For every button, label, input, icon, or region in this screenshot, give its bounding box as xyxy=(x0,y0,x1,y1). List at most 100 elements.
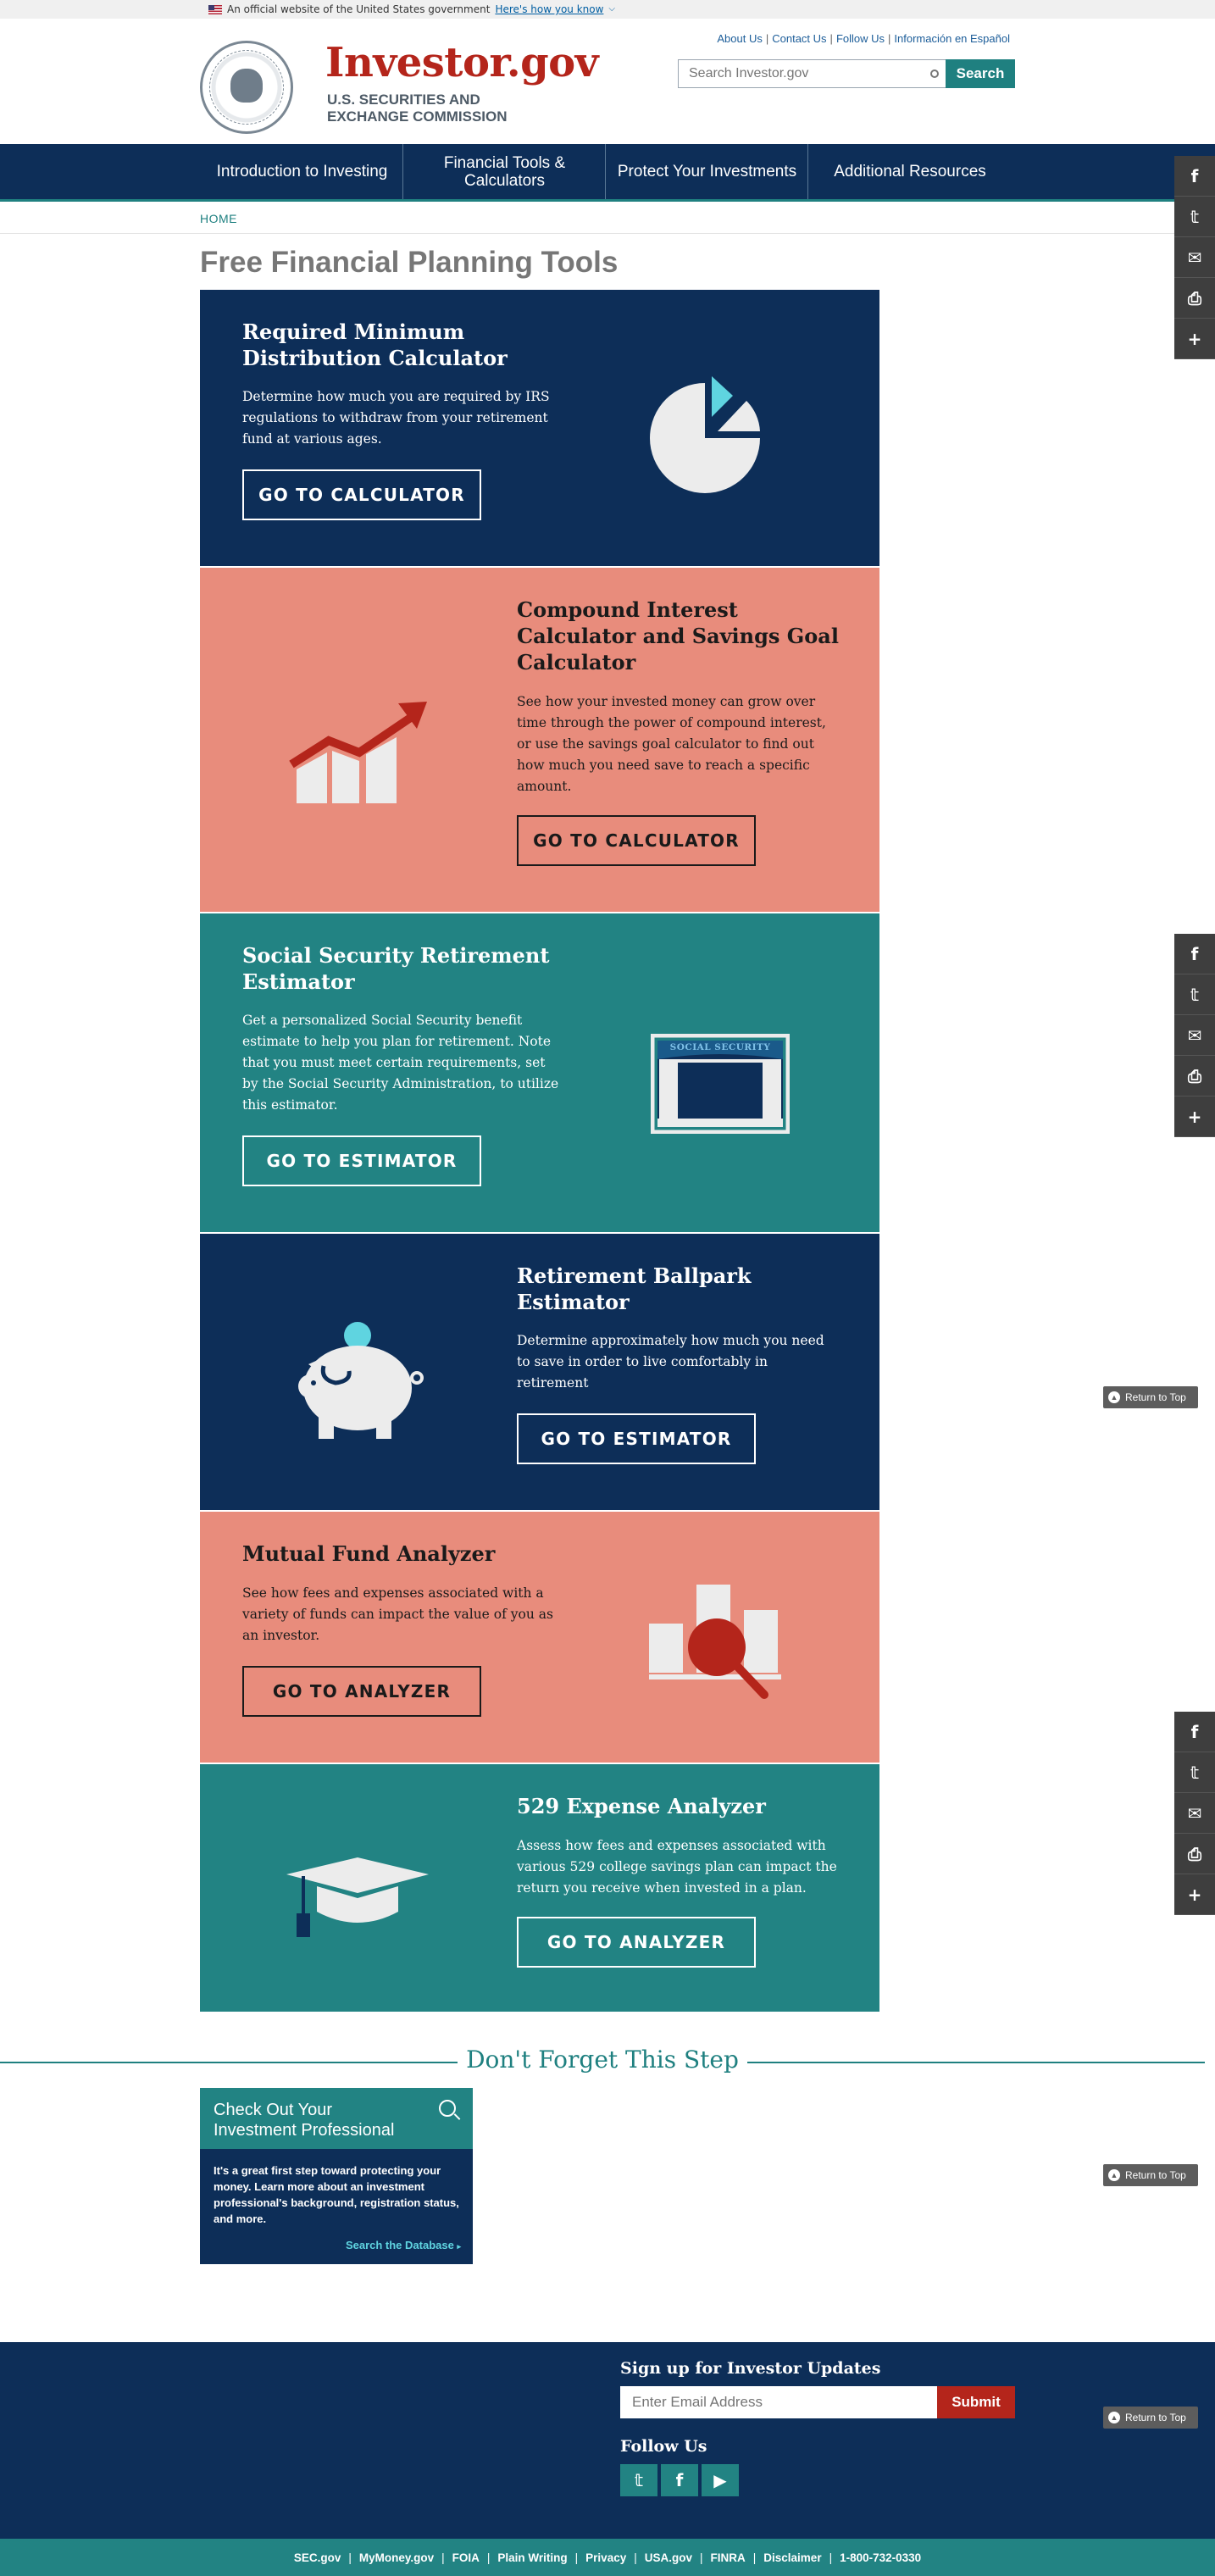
email-input[interactable] xyxy=(620,2386,937,2418)
tool-title: Mutual Fund Analyzer xyxy=(242,1541,496,1566)
go-to-estimator-button[interactable]: GO TO ESTIMATOR xyxy=(517,1413,756,1464)
tool-description: Get a personalized Social Security benef… xyxy=(242,1013,559,1113)
tool-description: See how fees and expenses associated wit… xyxy=(242,1585,553,1643)
plus-icon[interactable]: + xyxy=(1174,1874,1215,1915)
plus-icon[interactable]: + xyxy=(1174,1096,1215,1137)
submit-button[interactable]: Submit xyxy=(937,2386,1015,2418)
facebook-icon[interactable]: f xyxy=(661,2464,698,2496)
tool-title: Retirement Ballpark Estimator xyxy=(517,1263,752,1314)
email-icon[interactable]: ✉ xyxy=(1174,1015,1215,1056)
search-input[interactable] xyxy=(678,59,947,88)
breadcrumb-home[interactable]: HOME xyxy=(200,212,237,225)
search-button[interactable]: Search xyxy=(946,59,1015,88)
social-security-building-icon: SOCIAL SECURITY xyxy=(651,1034,790,1134)
footer-link-mymoney[interactable]: MyMoney.gov xyxy=(359,2551,434,2564)
chevron-down-icon[interactable]: ⌵ xyxy=(608,0,615,19)
search-database-link[interactable]: Search the Database ▸ xyxy=(346,2239,461,2251)
breadcrumb-bar: HOME xyxy=(0,202,1215,234)
tool-card-social-security: Social Security Retirement Estimator Get… xyxy=(200,913,879,1232)
follow-us-link[interactable]: Follow Us xyxy=(836,32,885,45)
tool-description: See how your invested money can grow ove… xyxy=(517,694,826,794)
twitter-icon[interactable]: 𝕥 xyxy=(1174,1752,1215,1793)
caret-right-icon: ▸ xyxy=(457,2242,461,2251)
nav-introduction-to-investing[interactable]: Introduction to Investing xyxy=(202,144,403,199)
print-icon[interactable]: ⎙ xyxy=(1174,1056,1215,1096)
search-icon xyxy=(439,2100,456,2117)
go-to-estimator-button[interactable]: GO TO ESTIMATOR xyxy=(242,1135,481,1186)
divider-line xyxy=(0,2062,458,2063)
magnified-bar-chart-icon xyxy=(649,1585,781,1699)
twitter-icon[interactable]: 𝕥 xyxy=(1174,974,1215,1015)
arrow-up-icon: ▲ xyxy=(1108,2169,1120,2181)
espanol-link[interactable]: Información en Español xyxy=(894,32,1010,45)
card-title: Check Out Your Investment Professional xyxy=(214,2101,395,2140)
tool-description: Assess how fees and expenses associated … xyxy=(517,1838,837,1896)
site-header: Investor.gov U.S. SECURITIES AND EXCHANG… xyxy=(0,19,1215,144)
footer-phone[interactable]: 1-800-732-0330 xyxy=(840,2551,921,2564)
facebook-icon[interactable]: f xyxy=(1174,1712,1215,1752)
go-to-calculator-button[interactable]: GO TO CALCULATOR xyxy=(517,815,756,866)
card-header: Check Out Your Investment Professional xyxy=(200,2088,473,2149)
signup-label: Sign up for Investor Updates xyxy=(620,2359,881,2378)
nav-additional-resources[interactable]: Additional Resources xyxy=(809,144,1011,199)
about-us-link[interactable]: About Us xyxy=(717,32,762,45)
go-to-calculator-button[interactable]: GO TO CALCULATOR xyxy=(242,469,481,520)
footer-link-plain-writing[interactable]: Plain Writing xyxy=(497,2551,567,2564)
print-icon[interactable]: ⎙ xyxy=(1174,278,1215,319)
print-icon[interactable]: ⎙ xyxy=(1174,1834,1215,1874)
tool-card-retirement-ballpark: Retirement Ballpark Estimator Determine … xyxy=(200,1234,879,1510)
piggy-bank-icon xyxy=(298,1322,424,1439)
footer-link-sec[interactable]: SEC.gov xyxy=(294,2551,341,2564)
plus-icon[interactable]: + xyxy=(1174,319,1215,359)
email-icon[interactable]: ✉ xyxy=(1174,1793,1215,1834)
graduation-cap-icon xyxy=(286,1857,429,1937)
investment-professional-card[interactable]: Check Out Your Investment Professional I… xyxy=(200,2088,473,2264)
twitter-icon[interactable]: 𝕥 xyxy=(620,2464,657,2496)
contact-us-link[interactable]: Contact Us xyxy=(772,32,826,45)
go-to-analyzer-button[interactable]: GO TO ANALYZER xyxy=(242,1666,481,1717)
page-title: Free Financial Planning Tools xyxy=(200,246,619,279)
return-to-top-label: Return to Top xyxy=(1125,1391,1186,1403)
footer-link-usagov[interactable]: USA.gov xyxy=(645,2551,692,2564)
main-nav: Introduction to Investing Financial Tool… xyxy=(0,144,1215,202)
youtube-icon[interactable]: ▶ xyxy=(702,2464,739,2496)
nav-protect-your-investments[interactable]: Protect Your Investments xyxy=(607,144,808,199)
gov-banner: An official website of the United States… xyxy=(0,0,1215,19)
site-brand[interactable]: Investor.gov xyxy=(325,39,599,86)
tool-card-529: 529 Expense Analyzer Assess how fees and… xyxy=(200,1764,879,2012)
return-to-top-button[interactable]: ▲ Return to Top xyxy=(1103,2164,1198,2186)
arrow-up-icon: ▲ xyxy=(1108,2412,1120,2423)
heres-how-you-know-link[interactable]: Here's how you know xyxy=(495,0,603,19)
social-security-label: SOCIAL SECURITY xyxy=(669,1042,771,1052)
arrow-up-icon: ▲ xyxy=(1108,1391,1120,1403)
footer-link-finra[interactable]: FINRA xyxy=(711,2551,746,2564)
facebook-icon[interactable]: f xyxy=(1174,934,1215,974)
return-to-top-label: Return to Top xyxy=(1125,2412,1186,2423)
pie-chart-icon xyxy=(650,376,760,493)
facebook-icon[interactable]: f xyxy=(1174,156,1215,197)
tool-title: Required Minimum Distribution Calculator xyxy=(242,319,508,370)
nav-financial-tools[interactable]: Financial Tools & Calculators xyxy=(404,144,606,199)
sec-seal-logo[interactable] xyxy=(200,41,293,134)
site-footer xyxy=(0,2342,1215,2539)
follow-us-label: Follow Us xyxy=(620,2437,707,2456)
search-form: Search xyxy=(678,59,1015,88)
twitter-icon[interactable]: 𝕥 xyxy=(1174,197,1215,237)
go-to-analyzer-button[interactable]: GO TO ANALYZER xyxy=(517,1917,756,1968)
agency-name: U.S. SECURITIES AND EXCHANGE COMMISSION xyxy=(327,92,508,125)
search-database-label: Search the Database xyxy=(345,2239,454,2251)
gov-banner-text: An official website of the United States… xyxy=(227,3,491,15)
email-icon[interactable]: ✉ xyxy=(1174,237,1215,278)
footer-link-disclaimer[interactable]: Disclaimer xyxy=(763,2551,821,2564)
us-flag-icon xyxy=(208,4,222,14)
return-to-top-button[interactable]: ▲ Return to Top xyxy=(1103,1386,1198,1408)
tool-description: Determine approximately how much you nee… xyxy=(517,1333,824,1391)
footer-link-privacy[interactable]: Privacy xyxy=(585,2551,626,2564)
footer-links: SEC.gov | MyMoney.gov | FOIA | Plain Writin… xyxy=(293,2551,922,2564)
search-icon xyxy=(930,69,939,78)
footer-link-foia[interactable]: FOIA xyxy=(452,2551,480,2564)
return-to-top-button[interactable]: ▲ Return to Top xyxy=(1103,2407,1198,2429)
share-rail: f 𝕥 ✉ ⎙ + xyxy=(1174,934,1215,1137)
card-body: It's a great first step toward protectin… xyxy=(214,2164,459,2225)
tool-card-rmd: Required Minimum Distribution Calculator… xyxy=(200,290,879,566)
